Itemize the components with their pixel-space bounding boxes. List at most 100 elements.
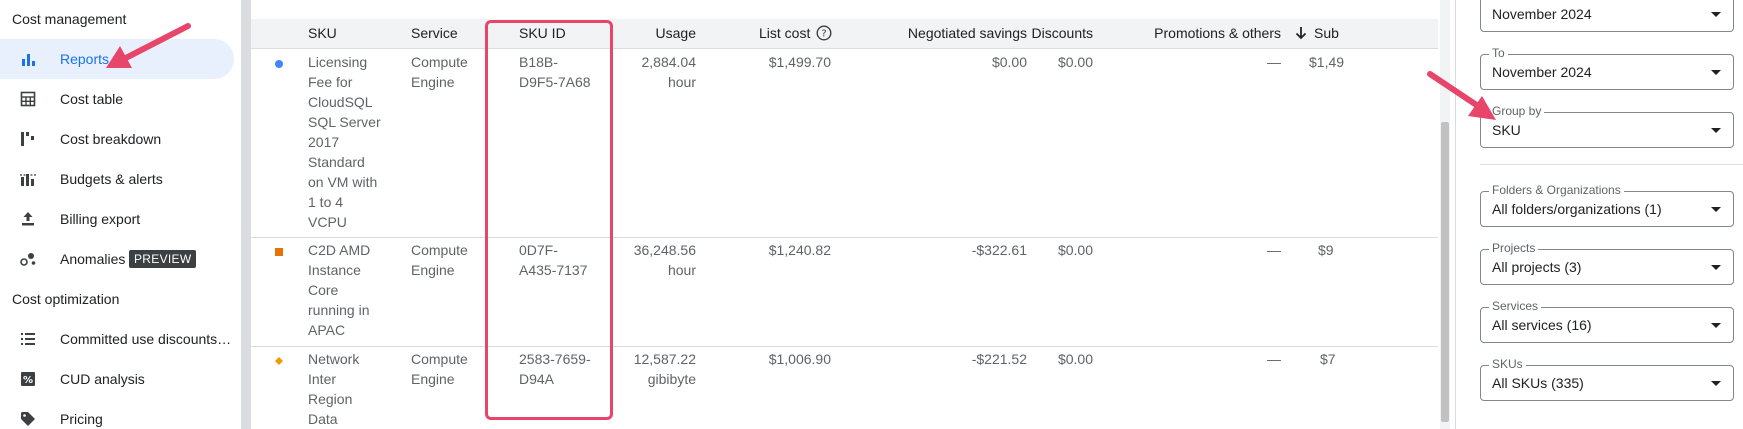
percent-icon: % bbox=[21, 372, 35, 386]
from-month-value: November 2024 bbox=[1492, 6, 1592, 22]
services-label: Services bbox=[1489, 299, 1542, 313]
list-cost-value: $1,499.70 bbox=[768, 54, 831, 70]
projects-select[interactable]: Projects All projects (3) bbox=[1480, 241, 1734, 285]
arrow-down-icon bbox=[1295, 27, 1307, 40]
from-month-select[interactable]: November 2024 bbox=[1480, 0, 1734, 32]
folders-organizations-value: All folders/organizations (1) bbox=[1492, 201, 1662, 217]
discounts-value: $0.00 bbox=[1057, 54, 1093, 70]
column-header-sku[interactable]: SKU bbox=[308, 25, 337, 41]
usage-value: 2,884.04 hour bbox=[641, 54, 697, 90]
sidebar: Cost management Reports Cost table Cost … bbox=[0, 0, 240, 429]
subtotal-value: $7 bbox=[1320, 351, 1336, 367]
sidebar-item-label: Cost table bbox=[60, 91, 124, 107]
column-header-discounts[interactable]: Discounts bbox=[951, 25, 1093, 41]
sidebar-item-label: Billing export bbox=[60, 211, 141, 227]
skus-value: All SKUs (335) bbox=[1492, 375, 1584, 391]
skus-label: SKUs bbox=[1489, 357, 1526, 371]
dropdown-arrow-icon bbox=[1711, 381, 1721, 386]
dropdown-arrow-icon bbox=[1711, 70, 1721, 75]
sidebar-item-label: CUD analysis bbox=[60, 371, 145, 387]
folders-organizations-label: Folders & Organizations bbox=[1489, 183, 1624, 197]
service-name: Compute Engine bbox=[411, 242, 468, 278]
dropdown-arrow-icon bbox=[1711, 323, 1721, 328]
series-circle-marker-icon bbox=[275, 60, 283, 68]
discounts-value: $0.00 bbox=[1057, 351, 1093, 367]
group-by-select[interactable]: Group by SKU bbox=[1480, 104, 1734, 148]
section-title-cost-management: Cost management bbox=[12, 11, 127, 27]
sku-name: Licensing Fee for CloudSQL SQL Server 2017… bbox=[308, 54, 381, 230]
group-by-label: Group by bbox=[1489, 104, 1545, 118]
sku-name: Network Inter Region Data bbox=[308, 351, 360, 427]
folders-organizations-select[interactable]: Folders & Organizations All folders/orga… bbox=[1480, 183, 1734, 227]
column-header-label: Sub bbox=[1314, 25, 1339, 41]
sidebar-item-cost-breakdown[interactable]: Cost breakdown bbox=[0, 119, 234, 159]
column-header-label: List cost bbox=[759, 25, 811, 41]
waterfall-chart-icon bbox=[21, 132, 34, 146]
sidebar-item-reports[interactable]: Reports bbox=[0, 39, 234, 79]
sidebar-item-label: Budgets & alerts bbox=[60, 171, 163, 187]
service-name: Compute Engine bbox=[411, 54, 468, 90]
sidebar-item-anomalies[interactable]: Anomalies PREVIEW bbox=[0, 239, 234, 279]
table-header-row: SKU Service SKU ID Usage List cost ? Neg… bbox=[251, 19, 1438, 49]
section-title-cost-optimization: Cost optimization bbox=[12, 291, 120, 307]
series-square-marker-icon bbox=[275, 248, 283, 256]
projects-label: Projects bbox=[1489, 241, 1539, 255]
sidebar-resize-handle[interactable] bbox=[241, 0, 251, 429]
sku-name: C2D AMD Instance Core running in APAC bbox=[308, 242, 371, 338]
list-icon bbox=[21, 333, 35, 345]
svg-text:%: % bbox=[23, 375, 33, 386]
billing-reports-page: Cost management Reports Cost table Cost … bbox=[0, 0, 1743, 429]
sidebar-item-budgets-alerts[interactable]: Budgets & alerts bbox=[0, 159, 234, 199]
dropdown-arrow-icon bbox=[1711, 12, 1721, 17]
column-header-promotions[interactable]: Promotions & others bbox=[1111, 25, 1281, 41]
cost-report-table: SKU Service SKU ID Usage List cost ? Neg… bbox=[251, 0, 1438, 429]
skus-select[interactable]: SKUs All SKUs (335) bbox=[1480, 357, 1734, 401]
usage-value: 36,248.56 hour bbox=[633, 242, 696, 278]
sidebar-item-label: Pricing bbox=[60, 411, 103, 427]
export-icon bbox=[22, 212, 34, 226]
promotions-value: — bbox=[1267, 54, 1281, 70]
list-cost-value: $1,240.82 bbox=[768, 242, 831, 258]
to-month-label: To bbox=[1489, 46, 1508, 60]
sidebar-item-cud-analysis[interactable]: % CUD analysis bbox=[0, 359, 234, 399]
panel-divider bbox=[1480, 164, 1743, 165]
promotions-value: — bbox=[1267, 242, 1281, 258]
discounts-value: $0.00 bbox=[1057, 242, 1093, 258]
sidebar-item-committed-use-discounts[interactable]: Committed use discounts… bbox=[0, 319, 234, 359]
dropdown-arrow-icon bbox=[1711, 265, 1721, 270]
to-month-value: November 2024 bbox=[1492, 64, 1592, 80]
sidebar-item-billing-export[interactable]: Billing export bbox=[0, 199, 234, 239]
services-select[interactable]: Services All services (16) bbox=[1480, 299, 1734, 343]
projects-value: All projects (3) bbox=[1492, 259, 1582, 275]
table-top-spacer bbox=[251, 0, 1438, 19]
to-month-select[interactable]: To November 2024 bbox=[1480, 46, 1734, 90]
group-by-value: SKU bbox=[1492, 122, 1521, 138]
table-row[interactable]: Network Inter Region Data Compute Engine 25… bbox=[251, 347, 1438, 429]
usage-value: 12,587.22 gibibyte bbox=[633, 351, 696, 387]
column-header-sku-id[interactable]: SKU ID bbox=[519, 25, 566, 41]
sidebar-item-label: Cost breakdown bbox=[60, 131, 162, 147]
subtotal-value: $9 bbox=[1318, 242, 1334, 258]
column-header-subtotal[interactable]: Sub bbox=[1294, 25, 1339, 41]
sidebar-item-label: Committed use discounts… bbox=[60, 331, 232, 347]
table-scrollbar-thumb[interactable] bbox=[1441, 122, 1449, 422]
table-row[interactable]: Licensing Fee for CloudSQL SQL Server 2017… bbox=[251, 50, 1438, 238]
promotions-value: — bbox=[1267, 351, 1281, 367]
filters-panel: November 2024 To November 2024 Group by … bbox=[1455, 0, 1743, 429]
budget-chart-icon bbox=[20, 174, 36, 186]
dropdown-arrow-icon bbox=[1711, 128, 1721, 133]
table-row[interactable]: C2D AMD Instance Core running in APAC Comp… bbox=[251, 238, 1438, 347]
subtotal-value: $1,49 bbox=[1309, 54, 1345, 70]
column-header-usage[interactable]: Usage bbox=[576, 25, 696, 41]
dropdown-arrow-icon bbox=[1711, 207, 1721, 212]
bar-chart-icon bbox=[22, 54, 35, 66]
anomalies-icon bbox=[20, 253, 36, 266]
sidebar-item-cost-table[interactable]: Cost table bbox=[0, 79, 234, 119]
table-icon bbox=[20, 91, 36, 107]
sidebar-item-pricing[interactable]: Pricing bbox=[0, 399, 234, 429]
preview-badge: PREVIEW bbox=[129, 250, 197, 268]
column-header-service[interactable]: Service bbox=[411, 25, 458, 41]
services-value: All services (16) bbox=[1492, 317, 1592, 333]
sidebar-item-label: Reports bbox=[60, 51, 110, 67]
sidebar-item-label: Anomalies bbox=[60, 251, 126, 267]
